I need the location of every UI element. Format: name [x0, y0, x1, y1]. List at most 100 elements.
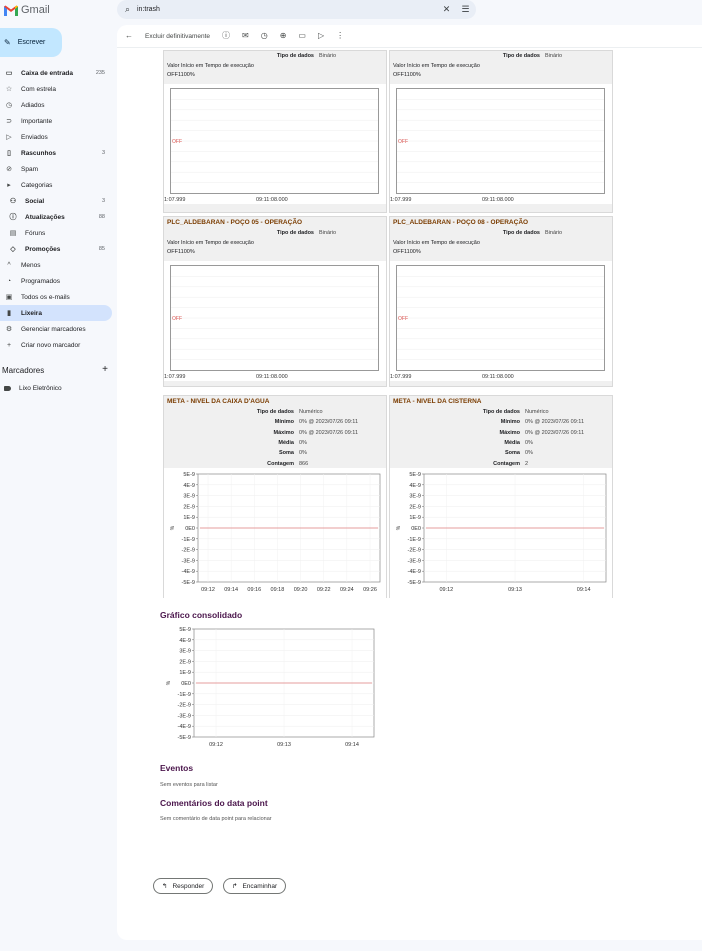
- sidebar-item-3[interactable]: ⊃ Importante: [0, 113, 112, 129]
- data-type-value: Binário: [545, 230, 563, 236]
- time-tick-end: 09:11:08.000: [256, 374, 288, 380]
- binary-chart-frame: [170, 88, 379, 194]
- off-state-label: OFF: [398, 139, 408, 145]
- consolidated-title: Gráfico consolidado: [160, 610, 243, 620]
- stat-value: 0% @ 2023/07/26 09:11: [299, 429, 358, 436]
- search-bar[interactable]: ⌕ in:trash ✕ ☰: [117, 0, 476, 19]
- y-tick-label: -5E-9: [178, 735, 191, 741]
- reply-button[interactable]: ↰ Responder: [153, 878, 214, 894]
- sidebar-item-11[interactable]: ◇ Promoções 85: [0, 241, 112, 257]
- binary-chart: OFF: [164, 261, 386, 381]
- search-options-icon[interactable]: ☰: [461, 5, 470, 14]
- binary-point-card: PLC_ALDEBARAN - POÇO 05 - OPERAÇÃO Tipo d…: [163, 216, 387, 387]
- y-tick-label: -4E-9: [178, 724, 191, 730]
- time-tick-start: 1:07.999: [390, 374, 412, 380]
- y-tick-label: 0E0: [185, 526, 195, 532]
- sidebar-item-label: Adiados: [21, 101, 45, 109]
- sidebar-item-0[interactable]: ▭ Caixa de entrada 235: [0, 65, 112, 81]
- sidebar-item-label: Social: [25, 197, 45, 205]
- data-type-value: Binário: [319, 53, 337, 59]
- binary-chart: OFF: [390, 84, 612, 204]
- compose-button[interactable]: ✎ Escrever: [0, 28, 62, 57]
- binary-chart: OFF: [390, 261, 612, 381]
- value-table-header: Valor Início em Tempo de execução: [393, 63, 480, 69]
- y-tick-label: -4E-9: [182, 569, 195, 575]
- sidebar-item-1[interactable]: ☆ Com estrela: [0, 81, 112, 97]
- back-arrow-icon[interactable]: ←: [125, 32, 133, 40]
- value-table-header: Valor Início em Tempo de execução: [167, 63, 254, 69]
- y-tick-label: -2E-9: [182, 548, 195, 554]
- sidebar-item-14[interactable]: ▣ Todos os e-mails: [0, 289, 112, 305]
- time-tick-end: 09:11:08.000: [256, 197, 288, 203]
- data-type-label: Tipo de dados: [502, 230, 540, 236]
- delete-forever-button[interactable]: Excluir definitivamente: [145, 33, 210, 40]
- y-tick-label: 2E-9: [183, 504, 195, 510]
- clear-search-icon[interactable]: ✕: [442, 5, 451, 14]
- stat-label: Máximo: [273, 429, 294, 436]
- sidebar-item-13[interactable]: ◔ Programados: [0, 273, 112, 289]
- stat-row: Contagem 2: [430, 461, 528, 467]
- sidebar-item-6[interactable]: ⊘ Spam: [0, 161, 112, 177]
- data-type-row: Tipo de dados Binário: [450, 230, 562, 236]
- report-spam-icon[interactable]: ⓘ: [222, 32, 230, 40]
- trash-icon: ▮: [7, 310, 11, 317]
- labels-header: Marcadores +: [2, 365, 108, 376]
- sidebar-item-label: Lixeira: [21, 309, 42, 317]
- y-tick-label: -5E-9: [408, 580, 421, 586]
- sidebar-item-9[interactable]: ⓘ Atualizações 88: [0, 209, 112, 225]
- binary-chart-frame: [170, 265, 379, 371]
- x-tick-label: 09:13: [277, 742, 291, 748]
- more-options-icon[interactable]: ⋮: [336, 32, 344, 40]
- sidebar-item-count: 235: [95, 70, 105, 76]
- move-to-icon[interactable]: ▭: [298, 32, 306, 40]
- label-as-icon[interactable]: ▷: [318, 32, 324, 40]
- x-tick-label: 09:12: [439, 587, 453, 593]
- y-tick-label: -1E-9: [408, 537, 421, 543]
- sidebar-item-5[interactable]: ▯ Rascunhos 3: [0, 145, 112, 161]
- sidebar-item-16[interactable]: ⚙ Gerenciar marcadores: [0, 321, 112, 337]
- sidebar-item-15[interactable]: ▮ Lixeira: [0, 305, 112, 321]
- data-type-row: Tipo de dados Binário: [224, 53, 336, 59]
- mark-unread-icon[interactable]: ✉: [242, 32, 249, 40]
- y-axis-label: %: [170, 525, 176, 530]
- stat-row: Tipo de dados Numérico: [430, 409, 549, 415]
- search-input[interactable]: in:trash: [137, 6, 442, 13]
- y-tick-label: 5E-9: [179, 627, 191, 633]
- y-tick-label: -4E-9: [408, 569, 421, 575]
- sidebar-item-2[interactable]: ◷ Adiados: [0, 97, 112, 113]
- numeric-point-card: META - NIVEL DA CISTERNA Tipo de dados Num…: [389, 395, 613, 598]
- stat-value: 866: [299, 460, 309, 467]
- stat-value: Numérico: [299, 409, 323, 415]
- sidebar-item-7[interactable]: ▸ Categorias: [0, 177, 112, 193]
- search-icon[interactable]: ⌕: [123, 5, 132, 14]
- binary-point-card: PLC_ALDEBARAN - POÇO 08 - OPERAÇÃO Tipo d…: [389, 216, 613, 387]
- stat-value: 0%: [299, 439, 307, 446]
- snooze-icon[interactable]: ◷: [261, 32, 268, 40]
- y-tick-label: 3E-9: [179, 649, 191, 655]
- off-state-label: OFF: [398, 316, 408, 322]
- comments-title: Comentários do data point: [160, 798, 268, 808]
- stat-row: Soma 0%: [204, 450, 307, 456]
- stat-label: Média: [504, 439, 520, 446]
- numeric-point-card: META - NIVEL DA CAIXA D'AGUA Tipo de dado…: [163, 395, 387, 598]
- add-label-icon[interactable]: +: [102, 365, 108, 375]
- pencil-icon: ✎: [4, 38, 11, 47]
- sidebar-item-4[interactable]: ▷ Enviados: [0, 129, 112, 145]
- value-cell: OFF: [167, 249, 178, 255]
- y-tick-label: 3E-9: [183, 494, 195, 500]
- reply-label: Responder: [172, 882, 205, 890]
- forward-button[interactable]: ↱ Encaminhar: [223, 878, 287, 894]
- x-tick-label: 09:22: [317, 587, 331, 593]
- sidebar-item-17[interactable]: + Criar novo marcador: [0, 337, 112, 353]
- binary-point-card: Tipo de dados Binário Valor Início em Temp…: [163, 50, 387, 213]
- sidebar-item-12[interactable]: ^ Menos: [0, 257, 112, 273]
- label-item-lixo-eletronico[interactable]: Lixo Eletrônico: [4, 385, 62, 392]
- sidebar-item-8[interactable]: ⚇ Social 3: [0, 193, 112, 209]
- x-tick-label: 09:26: [363, 587, 377, 593]
- sidebar-item-10[interactable]: ▤ Fóruns: [0, 225, 112, 241]
- x-tick-label: 09:14: [224, 587, 238, 593]
- gmail-logo[interactable]: Gmail: [4, 2, 50, 18]
- draft-icon: ▯: [7, 150, 11, 157]
- sidebar-item-label: Todos os e-mails: [21, 293, 70, 301]
- add-task-icon[interactable]: ⊕: [280, 32, 287, 40]
